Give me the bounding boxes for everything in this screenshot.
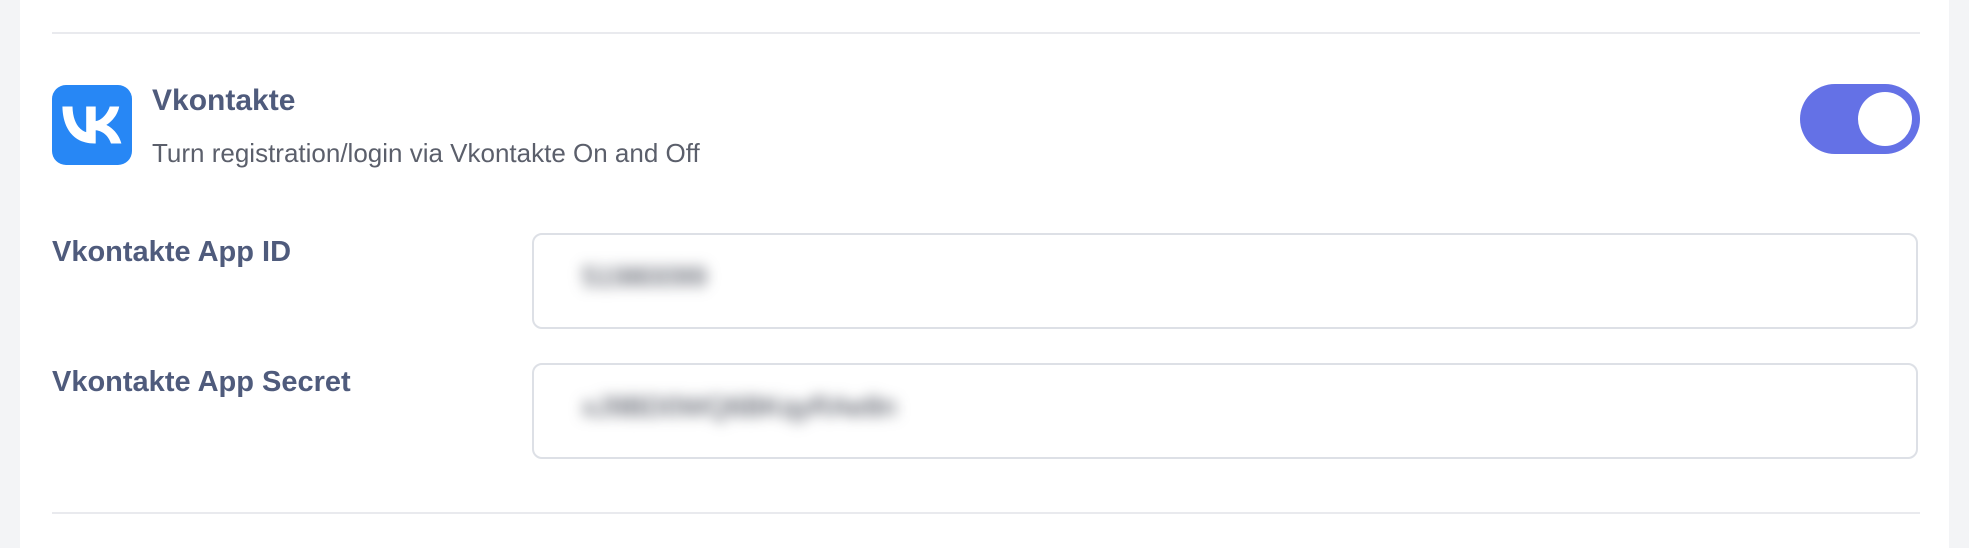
app-secret-label: Vkontakte App Secret	[52, 366, 351, 398]
app-secret-input[interactable]: xJ9BD0WQ6BKqyRAe8n	[532, 363, 1918, 459]
app-id-input[interactable]: 51980099	[532, 233, 1918, 329]
vk-logo-icon	[52, 85, 132, 165]
section-divider-top	[52, 32, 1920, 34]
provider-title: Vkontakte	[152, 84, 296, 117]
app-id-value: 51980099	[582, 261, 707, 292]
settings-panel: Vkontakte Turn registration/login via Vk…	[20, 0, 1949, 548]
app-id-label: Vkontakte App ID	[52, 236, 292, 268]
section-divider-bottom	[52, 512, 1920, 514]
vk-logo-glyph	[62, 106, 122, 144]
provider-description: Turn registration/login via Vkontakte On…	[152, 138, 700, 168]
app-secret-value: xJ9BD0WQ6BKqyRAe8n	[582, 391, 897, 422]
toggle-knob	[1858, 92, 1912, 146]
vkontakte-enable-toggle[interactable]	[1800, 84, 1920, 154]
